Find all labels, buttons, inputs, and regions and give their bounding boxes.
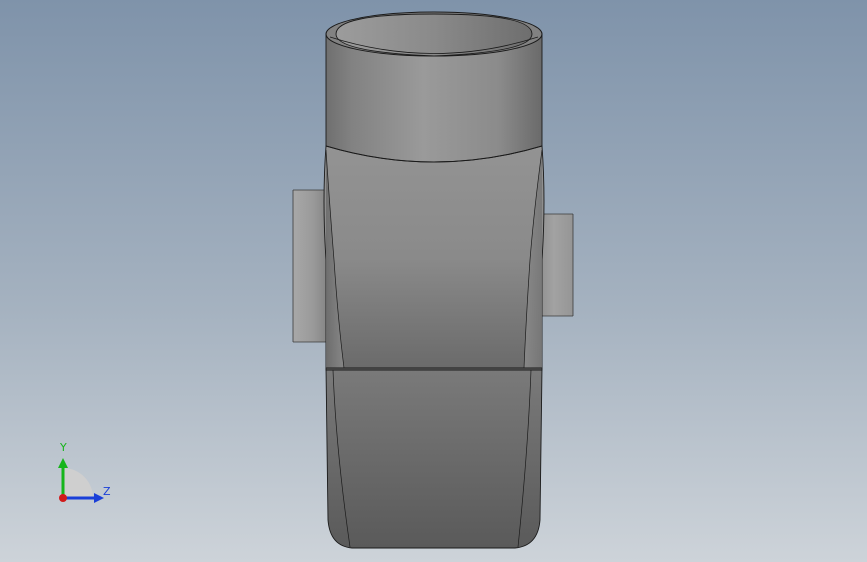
triad-quadrant [63, 468, 93, 498]
view-orientation-triad: Y Z [40, 438, 120, 510]
triad-graphic [58, 458, 104, 503]
lower-body[interactable] [325, 367, 543, 549]
main-body[interactable] [323, 145, 545, 371]
z-axis-label: Z [103, 485, 111, 498]
model-view[interactable] [0, 0, 867, 562]
y-axis-label: Y [60, 441, 67, 454]
y-axis-arrow-icon [58, 458, 68, 468]
x-axis-dot-icon [59, 494, 67, 502]
top-pipe[interactable] [325, 11, 543, 163]
graphics-viewport[interactable]: Y Z [0, 0, 867, 562]
